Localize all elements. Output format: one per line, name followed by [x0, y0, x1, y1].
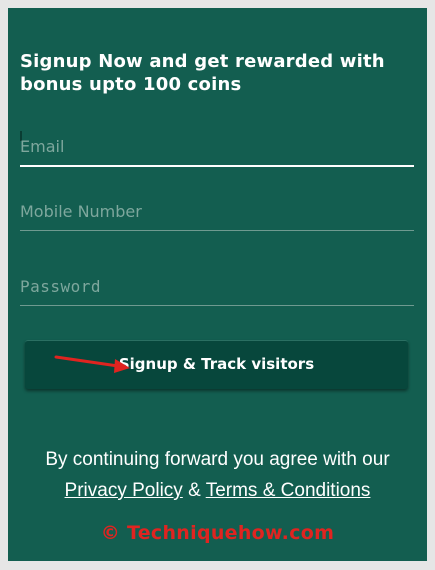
email-field[interactable]: Email — [20, 125, 414, 167]
link-separator: & — [188, 480, 201, 501]
password-field[interactable]: Password — [20, 265, 414, 306]
red-arrow-icon — [54, 355, 130, 373]
mobile-number-placeholder: Mobile Number — [20, 202, 142, 221]
signup-panel: Signup Now and get rewarded with bonus u… — [8, 8, 427, 561]
email-placeholder: Email — [20, 137, 65, 156]
password-placeholder: Password — [20, 277, 102, 296]
signup-heading: Signup Now and get rewarded with bonus u… — [20, 51, 385, 95]
mobile-number-field[interactable]: Mobile Number — [20, 190, 414, 231]
terms-conditions-link[interactable]: Terms & Conditions — [206, 480, 371, 501]
watermark-text: © Techniquehow.com — [100, 522, 335, 544]
privacy-policy-link[interactable]: Privacy Policy — [65, 480, 183, 501]
agreement-sentence: By continuing forward you agree with our — [45, 449, 390, 470]
agreement-text: By continuing forward you agree with our… — [8, 444, 427, 506]
